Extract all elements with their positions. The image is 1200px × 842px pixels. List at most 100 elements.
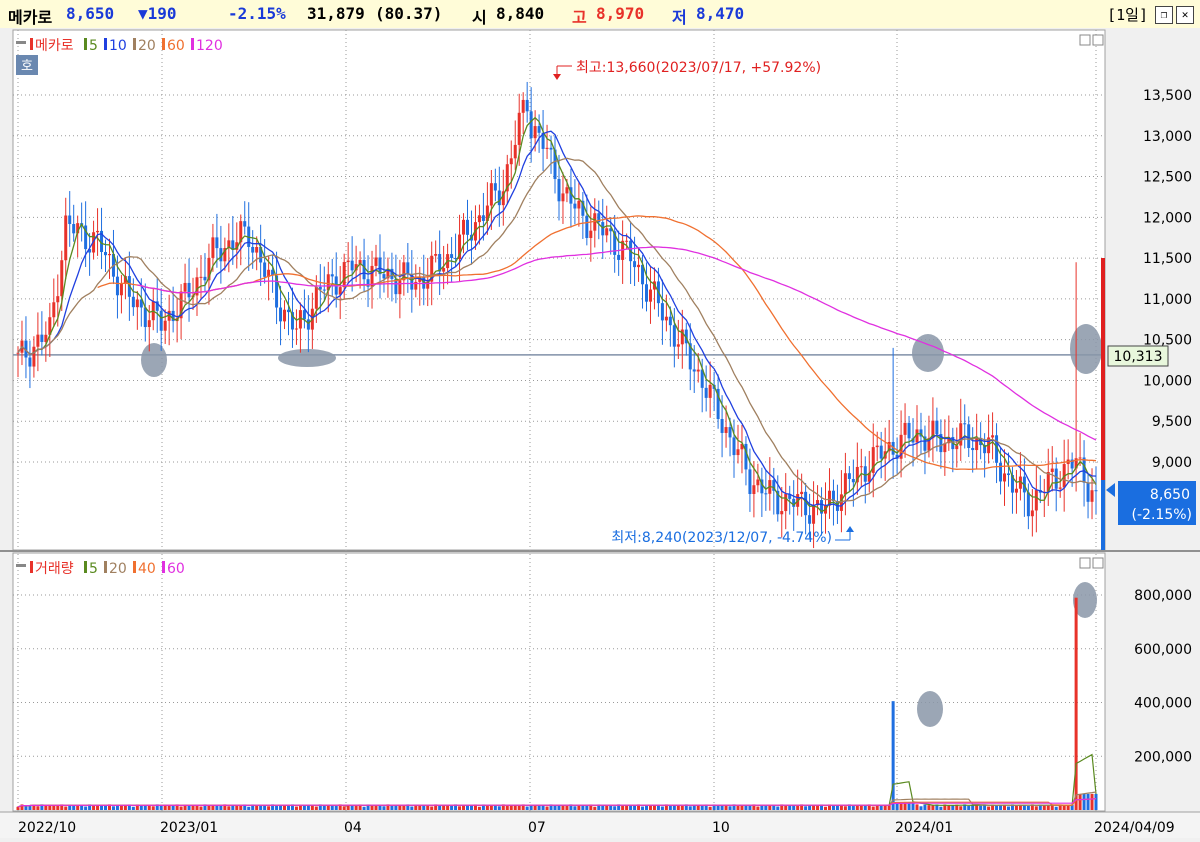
volume-bar [111,806,115,810]
legend-label: 20 [138,38,156,54]
y-tick-label: 10,000 [1143,373,1192,389]
restore-icon[interactable]: ❐ [1155,5,1173,24]
volume-bar [342,806,346,810]
candle-body [975,437,979,451]
candle-body [800,491,804,495]
volume-bar [123,805,127,810]
candle-body [350,260,354,271]
legend-label: 120 [196,38,223,54]
period-selector[interactable]: [1일] [1107,4,1148,25]
candle-body [159,310,163,331]
candle-body [565,187,569,194]
volume-bar [410,806,414,810]
legend-swatch [84,561,87,573]
candle-body [537,126,541,133]
volume-bar [450,805,454,810]
candle-body [875,445,879,448]
volume-bar [633,805,637,810]
candle-body [322,289,326,291]
x-tick-label: 2022/10 [18,820,76,836]
volume-bar [843,806,847,810]
volume-bar [1062,805,1066,810]
candle-body [863,466,867,482]
candle-body [1054,468,1058,489]
volume-bar [613,806,617,810]
candle-body [907,422,911,439]
candle-body [107,253,111,256]
legend-handle-icon [16,564,26,567]
legend-label: 거래량 [35,561,74,577]
candle-body [676,344,680,347]
volume-bar [641,806,645,810]
volume-bar [16,806,20,810]
candle-body [839,494,843,511]
volume-bar [919,806,923,810]
volume-bar [947,805,951,810]
candle-body [187,282,191,298]
volume-bar [322,805,326,810]
y-tick-label: 11,000 [1143,292,1192,308]
open-label: 시 [472,8,487,27]
candle-body [764,493,768,495]
volume-bar [915,804,919,810]
high-price: 8,970 [596,4,645,23]
candle-body [442,268,446,272]
volume-bar [505,806,509,810]
volume-bar [92,805,96,810]
candle-body [573,203,577,209]
volume-bar [370,805,374,810]
candle-body [362,260,366,280]
y-tick-label: 13,000 [1143,129,1192,145]
volume-bar [1014,805,1018,810]
volume-bar [72,805,76,810]
candle-body [382,274,386,279]
legend-label: 60 [167,38,185,54]
candle-body [577,200,581,209]
y-tick-label: 9,500 [1152,414,1192,430]
candle-body [163,320,167,331]
candle-body [704,387,708,398]
candle-body [131,296,135,308]
candle-body [513,144,517,159]
x-tick-label: 2024/04/09 [1094,820,1175,836]
volume-bar [255,805,259,810]
candle-body [668,316,672,326]
candle-body [672,325,676,347]
candle-body [660,303,664,321]
close-panel-icon[interactable] [1092,34,1104,46]
volume-bar [1086,793,1090,810]
candle-body [605,228,609,236]
candle-body [119,283,123,296]
highlight-marker [1070,324,1102,374]
volume-bar [1078,793,1082,810]
volume-bar [207,805,211,810]
candle-body [967,424,971,448]
close-volume-panel-icon[interactable] [1092,557,1104,569]
minimize-panel-icon[interactable] [1079,34,1091,46]
candle-body [462,219,466,235]
volume-bar [334,805,338,810]
minimize-volume-panel-icon[interactable] [1079,557,1091,569]
legend-label: 메카로 [35,38,74,54]
candle-body [533,126,537,139]
volume-bar [191,805,195,810]
volume-bar [314,806,318,810]
candle-body [545,147,549,149]
candle-body [314,286,318,309]
volume-bar [748,805,752,810]
window-controls: [1일] ❐ ✕ [1107,4,1194,25]
candle-body [489,183,493,206]
volume-bar [987,806,991,810]
volume-bar [708,806,712,810]
ref-value-label: 10,313 [1114,349,1163,365]
candle-body [115,276,119,296]
close-icon[interactable]: ✕ [1176,5,1194,24]
candle-body [1050,468,1054,472]
volume-bar [1094,793,1098,810]
candle-body [756,479,760,486]
candle-body [465,219,469,235]
volume-bar [219,805,223,810]
y-tick-label: 13,500 [1143,88,1192,104]
volume-bar [979,805,983,810]
volume-bar [851,806,855,810]
